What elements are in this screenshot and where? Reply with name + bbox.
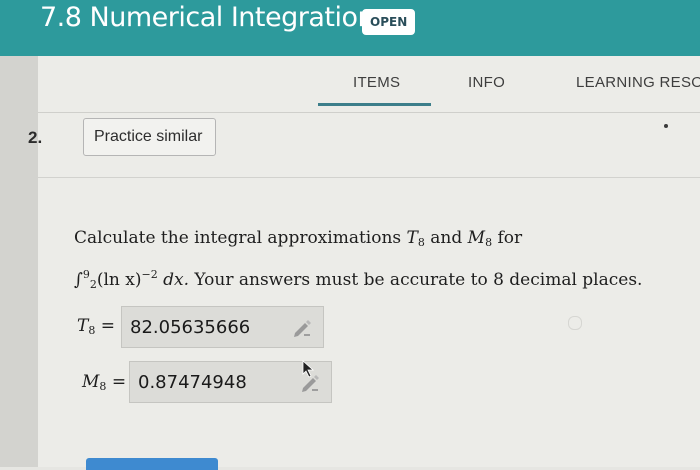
tab-items[interactable]: ITEMS [353,74,400,91]
question-for: for [492,228,523,248]
integral-sign: ∫ [74,270,83,290]
practice-similar-button[interactable]: Practice similar [83,118,216,156]
m8-answer-value: 0.87474948 [138,372,247,393]
dot-marker [664,124,668,128]
integral-upper-limit: 9 [82,268,90,281]
question-number: 2. [28,128,43,147]
left-rail [0,56,38,467]
tab-bar: ITEMS INFO LEARNING RESOL [0,56,700,112]
m-symbol: M [467,228,486,248]
tab-info[interactable]: INFO [468,74,505,91]
integrand: (ln x) [96,270,142,290]
t8-label: T8 = [77,316,115,337]
t8-answer-value: 82.05635666 [130,317,251,338]
submit-button[interactable] [86,458,218,470]
tab-learning-resources[interactable]: LEARNING RESOL [576,74,700,91]
faint-mark [568,316,582,330]
question-and: and [424,228,468,248]
t-symbol: T [406,228,418,248]
t-subscript: 8 [417,236,425,249]
question-text-line-1: Calculate the integral approximations T8… [74,228,522,249]
divider [38,177,700,178]
page-title: 7.8 Numerical Integration [40,2,375,33]
integral-lower-limit: 2 [89,278,97,291]
divider [38,112,700,113]
integrand-exponent: −2 [141,268,158,281]
cursor-icon [302,360,315,378]
instruction-text: Your answers must be accurate to 8 decim… [189,270,643,290]
t8-answer-field[interactable]: 82.05635666 [121,306,324,348]
pencil-icon[interactable] [291,319,313,337]
m8-label: M8 = [82,372,127,393]
active-tab-underline [318,103,431,106]
question-text: Calculate the integral approximations [74,228,407,248]
page-header: 7.8 Numerical Integration OPEN [0,0,700,56]
differential: dx. [157,270,190,290]
status-badge: OPEN [362,9,416,35]
question-text-line-2: ∫92(ln x)−2 dx. Your answers must be acc… [74,268,642,291]
